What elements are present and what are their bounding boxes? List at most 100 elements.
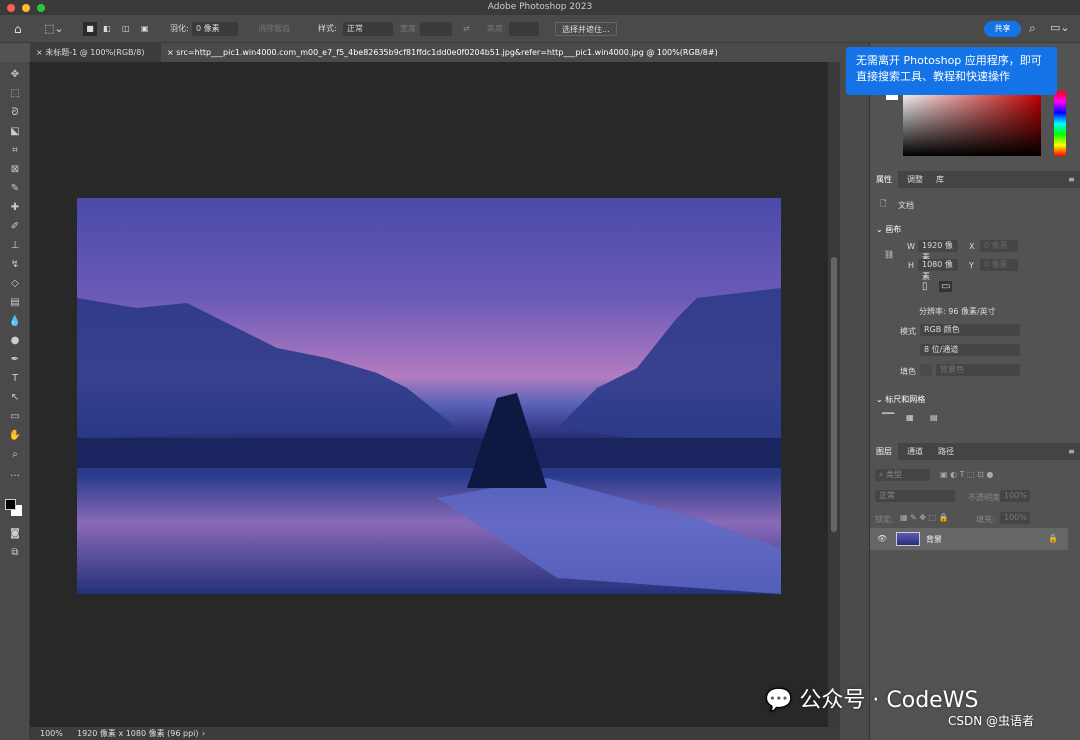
rulers-section[interactable]: ⌄ 标尺和网格 bbox=[876, 394, 925, 405]
document-image[interactable] bbox=[77, 198, 781, 594]
color-picker-field[interactable] bbox=[903, 91, 1041, 156]
panel-menu-icon[interactable]: ≡ bbox=[1062, 443, 1080, 460]
tab-untitled[interactable]: × 未标题-1 @ 100%(RGB/8) bbox=[30, 43, 161, 62]
mode-label: 模式 bbox=[900, 327, 916, 336]
tab-paths[interactable]: 路径 bbox=[932, 443, 960, 460]
watermark-text: 公众号 · CodeWS bbox=[799, 688, 979, 713]
minimize-button[interactable] bbox=[22, 4, 30, 12]
layer-filter-icons[interactable]: ▣ ◐ T ⬚ ⊡ ● bbox=[940, 470, 993, 479]
vertical-scrollbar[interactable] bbox=[828, 62, 840, 727]
quick-mask-icon[interactable]: ◙ bbox=[7, 527, 23, 541]
eraser-tool-icon[interactable]: ◇ bbox=[7, 277, 23, 291]
healing-tool-icon[interactable]: ✚ bbox=[7, 201, 23, 215]
swap-icon[interactable]: ⇄ bbox=[463, 22, 470, 36]
eyedropper-tool-icon[interactable]: ✎ bbox=[7, 182, 23, 196]
blend-mode-select[interactable]: 正常 bbox=[875, 490, 955, 502]
bit-depth-select[interactable]: 8 位/通道 bbox=[920, 344, 1020, 356]
tab-adjustments[interactable]: 调整 bbox=[901, 171, 929, 188]
status-bar: 100% 1920 像素 x 1080 像素 (96 ppi) › bbox=[30, 727, 840, 740]
hue-slider[interactable] bbox=[1054, 91, 1066, 156]
chevron-right-icon[interactable]: › bbox=[202, 727, 205, 740]
select-and-mask-button[interactable]: 选择并遮住... bbox=[555, 22, 617, 36]
fill-select[interactable]: 背景色 bbox=[936, 364, 1020, 376]
visibility-eye-icon[interactable]: 👁 bbox=[877, 534, 887, 543]
dodge-tool-icon[interactable]: ● bbox=[7, 334, 23, 348]
tab-image[interactable]: × src=http___pic1.win4000.com_m00_e7_f5_… bbox=[161, 43, 840, 62]
crop-tool-icon[interactable]: ⌗ bbox=[7, 144, 23, 158]
lasso-tool-icon[interactable]: ᘐ bbox=[7, 106, 23, 120]
antialias-checkbox[interactable]: 消除锯齿 bbox=[258, 22, 290, 36]
doc-label: 文档 bbox=[898, 201, 914, 210]
add-selection-icon[interactable]: ◧ bbox=[103, 22, 111, 36]
window-title: Adobe Photoshop 2023 bbox=[487, 2, 593, 12]
y-label: Y bbox=[969, 261, 974, 270]
ruler-icon[interactable]: ▔▔ bbox=[882, 413, 894, 422]
workspace-icon[interactable]: ▭⌄ bbox=[1050, 21, 1070, 34]
link-icon[interactable]: ⛓ bbox=[884, 250, 894, 259]
grid-icon[interactable]: ▦ bbox=[906, 413, 914, 422]
x-field[interactable]: 0 像素 bbox=[980, 240, 1018, 252]
more-tools-icon[interactable]: … bbox=[7, 467, 23, 481]
type-tool-icon[interactable]: T bbox=[7, 372, 23, 386]
object-select-tool-icon[interactable]: ⬕ bbox=[7, 125, 23, 139]
home-icon[interactable]: ⌂ bbox=[14, 22, 22, 36]
height-input[interactable] bbox=[509, 22, 539, 36]
right-panels: 属性 调整 库 ≡ 🗋 文档 ⌄ 画布 ⛓ W 1920 像素 X 0 像素 H… bbox=[870, 43, 1080, 740]
history-brush-icon[interactable]: ↯ bbox=[7, 258, 23, 272]
shape-tool-icon[interactable]: ▭ bbox=[7, 410, 23, 424]
canvas-section[interactable]: ⌄ 画布 bbox=[876, 224, 901, 235]
new-selection-icon[interactable]: ■ bbox=[83, 22, 97, 36]
guides-icon[interactable]: ▤ bbox=[930, 413, 938, 422]
lock-icons[interactable]: ▦ ✎ ✥ ⬚ 🔒 bbox=[900, 513, 949, 522]
height-field[interactable]: 1080 像素 bbox=[918, 259, 958, 281]
intersect-selection-icon[interactable]: ▣ bbox=[141, 22, 149, 36]
fill-swatch[interactable] bbox=[920, 364, 932, 376]
hand-tool-icon[interactable]: ✋ bbox=[7, 429, 23, 443]
layer-name[interactable]: 背景 bbox=[926, 534, 942, 545]
marquee-preset-icon[interactable]: ⬚⌄ bbox=[44, 22, 64, 36]
maximize-button[interactable] bbox=[37, 4, 45, 12]
style-select[interactable]: 正常 bbox=[343, 22, 393, 36]
width-input[interactable] bbox=[420, 22, 452, 36]
layer-fill-label: 填充: bbox=[976, 515, 995, 524]
move-tool-icon[interactable]: ✥ bbox=[7, 68, 23, 82]
mode-select[interactable]: RGB 颜色 bbox=[920, 324, 1020, 336]
zoom-tool-icon[interactable]: ⌕ bbox=[7, 448, 23, 462]
share-button[interactable]: 共享 bbox=[984, 21, 1021, 37]
blur-tool-icon[interactable]: 💧 bbox=[7, 315, 23, 329]
layer-filter-select[interactable]: ⌕ 类型 bbox=[875, 469, 930, 481]
path-select-tool-icon[interactable]: ↖ bbox=[7, 391, 23, 405]
layer-fill-input[interactable]: 100% bbox=[1000, 512, 1030, 524]
y-field[interactable]: 0 像素 bbox=[980, 259, 1018, 271]
pen-tool-icon[interactable]: ✒ bbox=[7, 353, 23, 367]
resolution-text: 分辨率: 96 像素/英寸 bbox=[919, 307, 996, 316]
tab-layers[interactable]: 图层 bbox=[870, 443, 898, 460]
marquee-tool-icon[interactable]: ⬚ bbox=[7, 87, 23, 101]
gradient-tool-icon[interactable]: ▤ bbox=[7, 296, 23, 310]
layer-row[interactable]: 👁 背景 🔒 bbox=[870, 528, 1068, 550]
frame-tool-icon[interactable]: ⊠ bbox=[7, 163, 23, 177]
subtract-selection-icon[interactable]: ◫ bbox=[122, 22, 130, 36]
feather-input[interactable]: 0 像素 bbox=[192, 22, 238, 36]
search-icon[interactable]: ⌕ bbox=[1029, 21, 1036, 36]
tab-channels[interactable]: 通道 bbox=[901, 443, 929, 460]
close-tab-icon[interactable]: × bbox=[36, 48, 45, 57]
close-tab-icon[interactable]: × bbox=[167, 48, 176, 57]
style-label: 样式: bbox=[318, 24, 337, 33]
screen-mode-icon[interactable]: ⧉ bbox=[7, 546, 23, 560]
zoom-level[interactable]: 100% bbox=[40, 727, 63, 740]
tab-properties[interactable]: 属性 bbox=[870, 171, 898, 188]
lock-label: 锁定: bbox=[875, 515, 894, 524]
close-button[interactable] bbox=[7, 4, 15, 12]
stamp-tool-icon[interactable]: ⊥ bbox=[7, 239, 23, 253]
portrait-icon[interactable]: ▯ bbox=[922, 281, 928, 292]
tab-libraries[interactable]: 库 bbox=[930, 171, 950, 188]
landscape-icon[interactable]: ▭ bbox=[939, 281, 953, 292]
foreground-color-swatch[interactable] bbox=[5, 499, 16, 510]
width-field[interactable]: 1920 像素 bbox=[918, 240, 958, 262]
opacity-input[interactable]: 100% bbox=[1000, 490, 1030, 502]
document-info[interactable]: 1920 像素 x 1080 像素 (96 ppi) bbox=[77, 727, 199, 740]
panel-menu-icon[interactable]: ≡ bbox=[1062, 171, 1080, 188]
brush-tool-icon[interactable]: ✐ bbox=[7, 220, 23, 234]
feather-label: 羽化: bbox=[170, 24, 189, 33]
